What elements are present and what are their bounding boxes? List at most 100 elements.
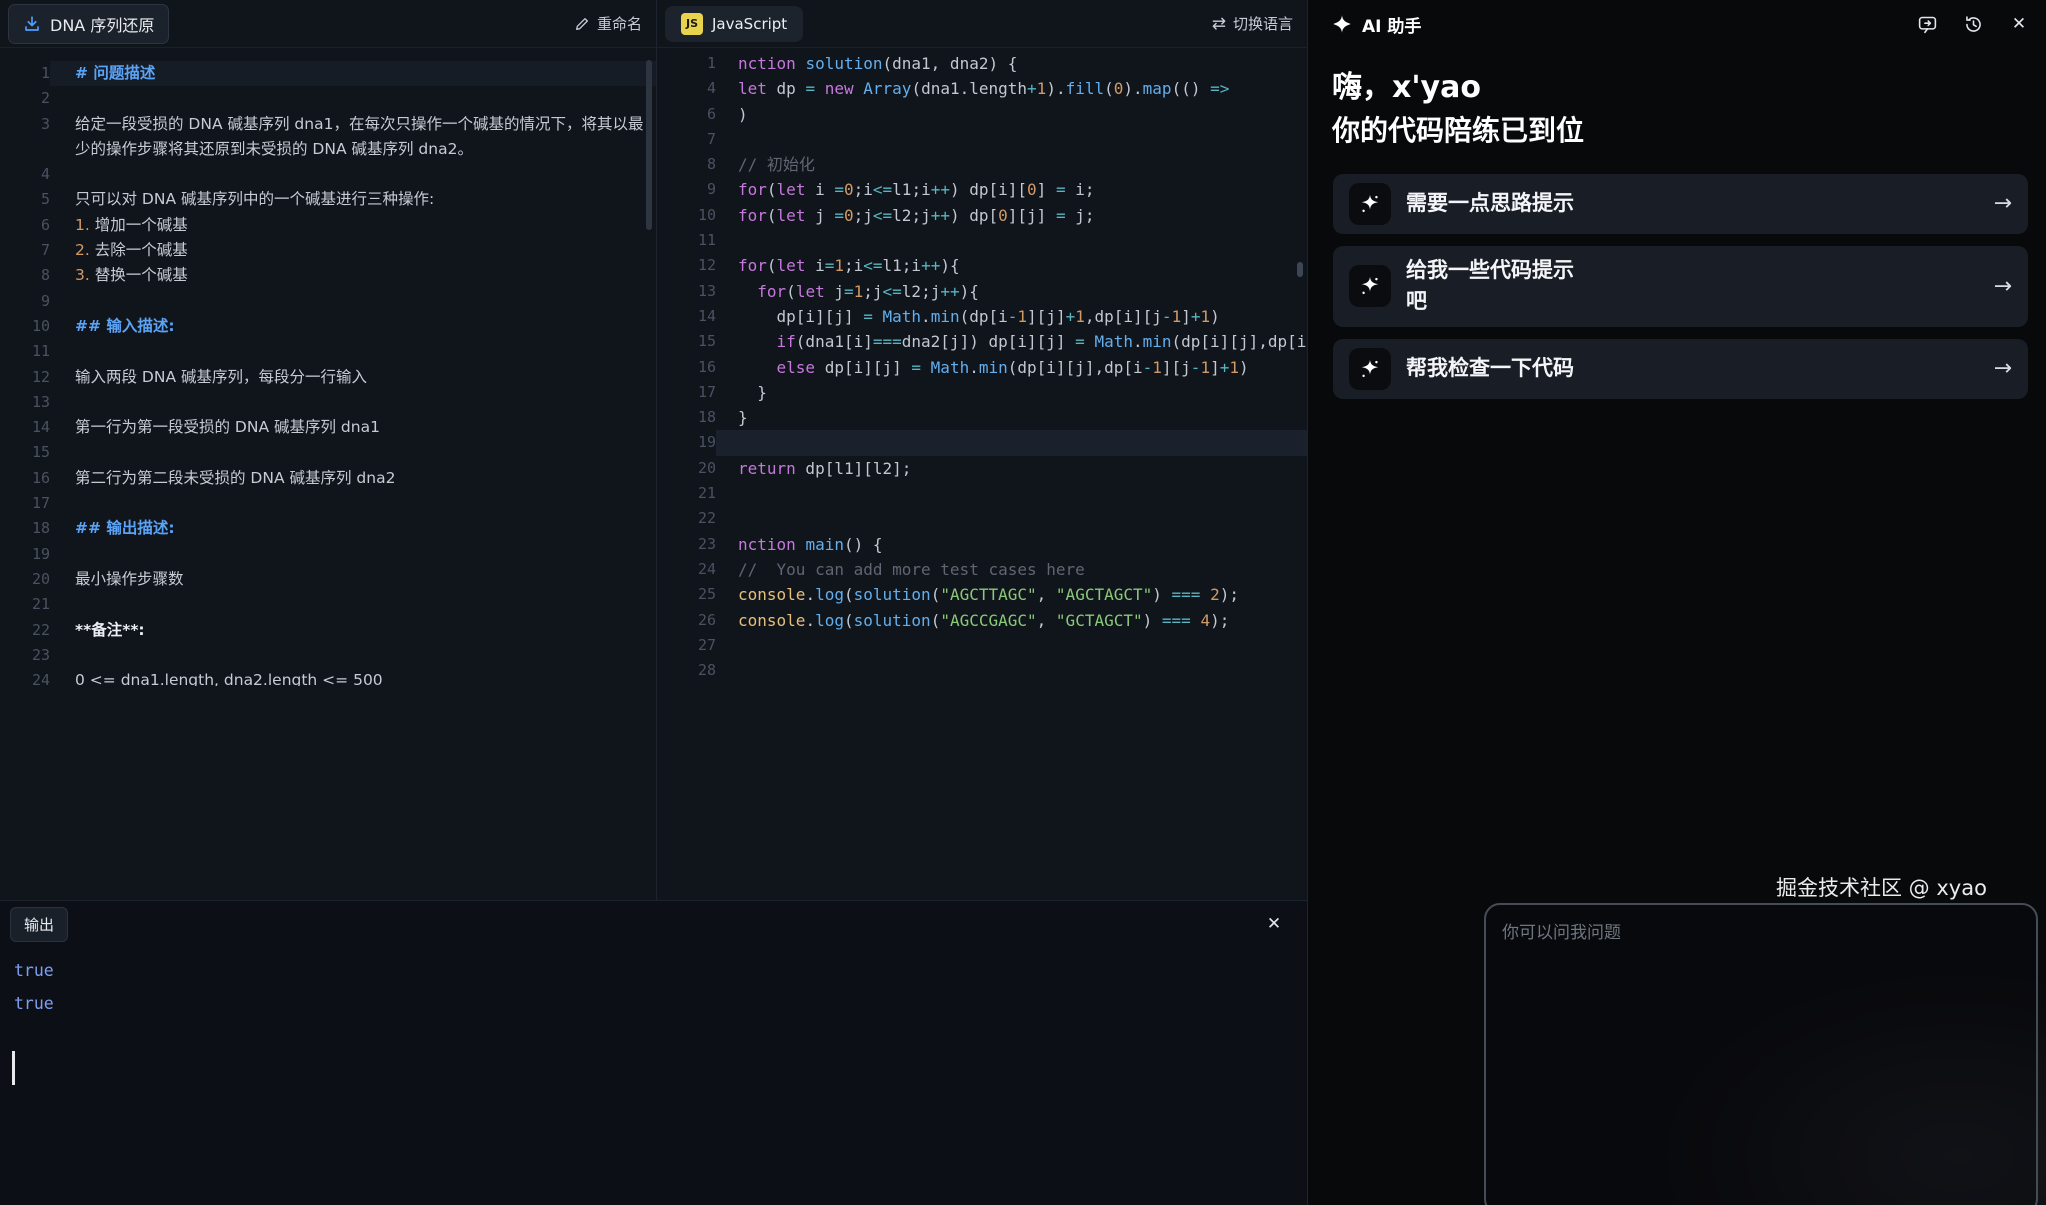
close-ai-icon[interactable]: ✕ — [2008, 13, 2030, 35]
code-line[interactable]: 20return dp[l1][l2]; — [657, 456, 1307, 481]
line-number: 3 — [0, 112, 50, 163]
problem-scrollbar[interactable] — [646, 60, 652, 230]
markdown-line[interactable]: 72. 去除一个碱基 — [0, 238, 656, 263]
ai-title: AI 助手 — [1332, 12, 1421, 37]
line-number: 23 — [0, 643, 50, 668]
problem-panel: DNA 序列还原 重命名 1# 问题描述23给定一段受损的 DNA 碱基序列 d… — [0, 0, 656, 900]
code-line[interactable]: 12for(let i=1;i<=l1;i++){ — [657, 253, 1307, 278]
problem-content[interactable]: 1# 问题描述23给定一段受损的 DNA 碱基序列 dna1，在每次只操作一个碱… — [0, 48, 656, 686]
code-line[interactable]: 18} — [657, 405, 1307, 430]
code-line[interactable]: 6) — [657, 102, 1307, 127]
markdown-line[interactable]: 19 — [0, 542, 656, 567]
line-number: 17 — [657, 380, 716, 405]
ai-title-label: AI 助手 — [1362, 12, 1421, 37]
line-number: 26 — [657, 608, 716, 633]
history-icon[interactable] — [1962, 13, 1984, 35]
tab-javascript-label: JavaScript — [712, 15, 787, 33]
code-line[interactable]: 16 else dp[i][j] = Math.min(dp[i][j],dp[… — [657, 355, 1307, 380]
code-line[interactable]: 22 — [657, 506, 1307, 531]
markdown-line[interactable]: 22**备注**: — [0, 618, 656, 643]
code-line[interactable]: 28 — [657, 658, 1307, 683]
markdown-line[interactable]: 1# 问题描述 — [0, 61, 656, 86]
ai-action-check-code-button[interactable]: 帮我检查一下代码 → — [1333, 339, 2028, 399]
markdown-line[interactable]: 16第二行为第二段未受损的 DNA 碱基序列 dna2 — [0, 466, 656, 491]
ai-greeting: 嗨，x'yao 你的代码陪练已到位 — [1332, 66, 2022, 152]
line-number: 21 — [0, 592, 50, 617]
ai-action-label: 帮我检查一下代码 — [1406, 353, 1979, 385]
ai-greeting-line2: 你的代码陪练已到位 — [1332, 110, 2022, 152]
code-line[interactable]: 1nction solution(dna1, dna2) { — [657, 51, 1307, 76]
line-number: 14 — [0, 415, 50, 440]
markdown-line[interactable]: 61. 增加一个碱基 — [0, 213, 656, 238]
code-line[interactable]: 25console.log(solution("AGCTTAGC", "AGCT… — [657, 582, 1307, 607]
code-line[interactable]: 7 — [657, 127, 1307, 152]
markdown-line[interactable]: 2 — [0, 86, 656, 111]
editor-header: JS JavaScript ⇄ 切换语言 — [657, 0, 1307, 48]
close-output-icon[interactable]: ✕ — [1263, 913, 1285, 935]
arrow-right-icon: → — [1994, 191, 2012, 216]
markdown-line[interactable]: 23 — [0, 643, 656, 668]
rename-label: 重命名 — [597, 13, 642, 34]
code-line[interactable]: 14 dp[i][j] = Math.min(dp[i-1][j]+1,dp[i… — [657, 304, 1307, 329]
terminal-cursor[interactable] — [12, 1051, 15, 1085]
markdown-line[interactable]: 4 — [0, 162, 656, 187]
ai-action-code-hint-button[interactable]: 给我一些代码提示 吧 → — [1333, 246, 2028, 327]
line-number: 21 — [657, 481, 716, 506]
javascript-icon: JS — [681, 13, 703, 35]
markdown-line[interactable]: 18## 输出描述: — [0, 516, 656, 541]
code-line[interactable]: 15 if(dna1[i]===dna2[j]) dp[i][j] = Math… — [657, 329, 1307, 354]
open-chat-icon[interactable] — [1916, 13, 1938, 35]
markdown-line[interactable]: 20最小操作步骤数 — [0, 567, 656, 592]
ai-greeting-line1: 嗨，x'yao — [1332, 66, 2022, 110]
markdown-line[interactable]: 3给定一段受损的 DNA 碱基序列 dna1，在每次只操作一个碱基的情况下，将其… — [0, 112, 656, 163]
line-number: 9 — [0, 289, 50, 314]
ai-sparkle-icon — [1332, 14, 1352, 34]
code-line[interactable]: 13 for(let j=1;j<=l2;j++){ — [657, 279, 1307, 304]
code-line[interactable]: 4let dp = new Array(dna1.length+1).fill(… — [657, 76, 1307, 101]
markdown-line[interactable]: 12输入两段 DNA 碱基序列，每段分一行输入 — [0, 365, 656, 390]
code-line[interactable]: 21 — [657, 481, 1307, 506]
ai-header-icons: ✕ — [1916, 13, 2030, 35]
code-editor[interactable]: 1nction solution(dna1, dna2) {4let dp = … — [657, 48, 1307, 748]
markdown-line[interactable]: 13 — [0, 390, 656, 415]
markdown-line[interactable]: 240 <= dna1.length, dna2.length <= 500 — [0, 668, 656, 686]
code-line[interactable]: 26console.log(solution("AGCCGAGC", "GCTA… — [657, 608, 1307, 633]
markdown-line[interactable]: 83. 替换一个碱基 — [0, 263, 656, 288]
markdown-line[interactable]: 9 — [0, 289, 656, 314]
markdown-line[interactable]: 21 — [0, 592, 656, 617]
code-line[interactable]: 23nction main() { — [657, 532, 1307, 557]
ai-question-input[interactable] — [1486, 905, 2036, 1205]
code-line[interactable]: 19 — [657, 430, 1307, 455]
line-number: 16 — [0, 466, 50, 491]
code-line[interactable]: 10for(let j =0;j<=l2;j++) dp[0][j] = j; — [657, 203, 1307, 228]
line-number: 24 — [657, 557, 716, 582]
line-number: 13 — [657, 279, 716, 304]
rename-button[interactable]: 重命名 — [574, 13, 642, 34]
line-number: 20 — [657, 456, 716, 481]
output-line: true — [0, 954, 1307, 987]
code-line[interactable]: 8// 初始化 — [657, 152, 1307, 177]
code-line[interactable]: 11 — [657, 228, 1307, 253]
code-line[interactable]: 27 — [657, 633, 1307, 658]
ai-action-hint-button[interactable]: 需要一点思路提示 → — [1333, 174, 2028, 234]
sparkle-icon — [1349, 348, 1391, 390]
code-line[interactable]: 9for(let i =0;i<=l1;i++) dp[i][0] = i; — [657, 177, 1307, 202]
line-number: 12 — [657, 253, 716, 278]
editor-scrollbar[interactable] — [1297, 262, 1303, 277]
line-number: 10 — [657, 203, 716, 228]
output-line: true — [0, 987, 1307, 1020]
arrow-right-icon: → — [1994, 274, 2012, 299]
code-line[interactable]: 24// You can add more test cases here — [657, 557, 1307, 582]
markdown-line[interactable]: 10## 输入描述: — [0, 314, 656, 339]
sparkle-icon — [1349, 183, 1391, 225]
code-line[interactable]: 17 } — [657, 380, 1307, 405]
line-number: 9 — [657, 177, 716, 202]
switch-language-button[interactable]: ⇄ 切换语言 — [1212, 13, 1293, 34]
tab-javascript[interactable]: JS JavaScript — [665, 6, 803, 42]
markdown-line[interactable]: 15 — [0, 440, 656, 465]
markdown-line[interactable]: 17 — [0, 491, 656, 516]
markdown-line[interactable]: 5只可以对 DNA 碱基序列中的一个碱基进行三种操作: — [0, 187, 656, 212]
line-number: 18 — [657, 405, 716, 430]
markdown-line[interactable]: 11 — [0, 339, 656, 364]
markdown-line[interactable]: 14第一行为第一段受损的 DNA 碱基序列 dna1 — [0, 415, 656, 440]
